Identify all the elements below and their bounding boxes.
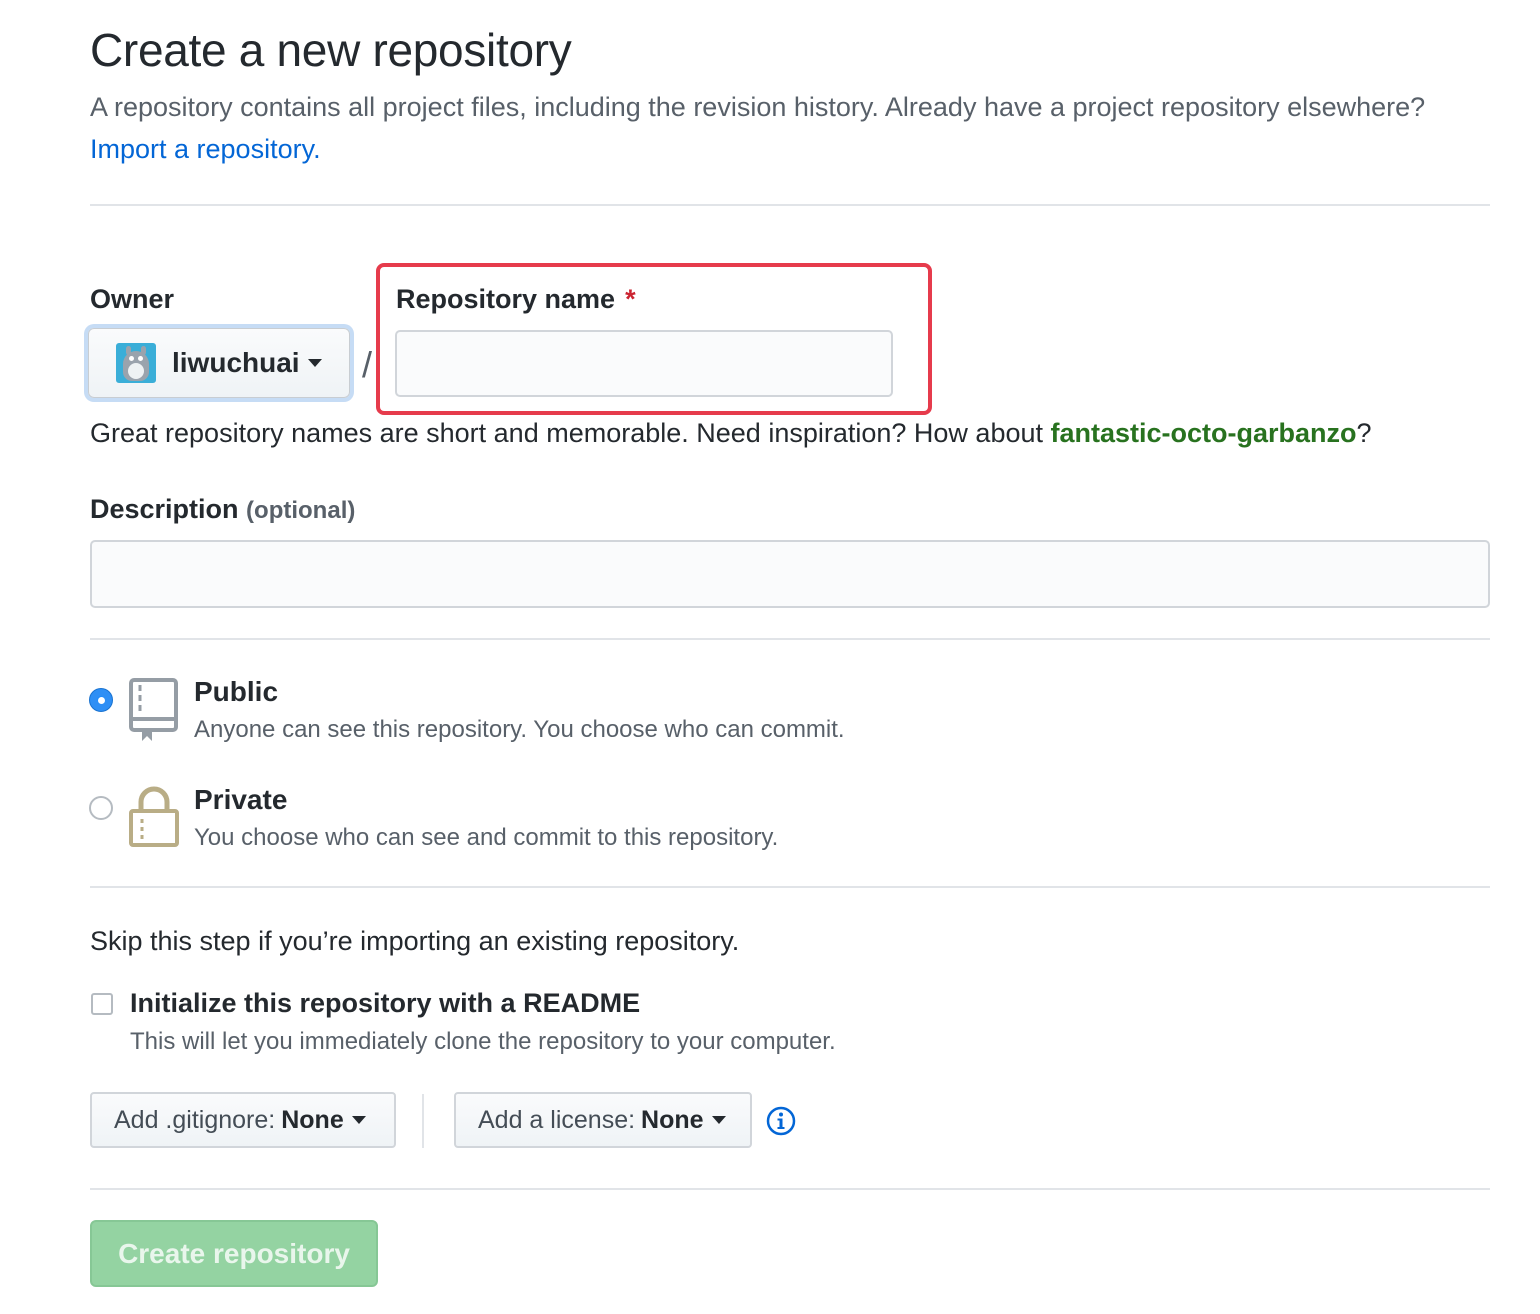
repo-name-input[interactable]: [395, 330, 893, 397]
repo-name-hint: Great repository names are short and mem…: [90, 418, 1372, 449]
divider: [90, 204, 1490, 206]
owner-select-button[interactable]: liwuchuai: [88, 328, 350, 398]
gitignore-prefix: Add .gitignore:: [114, 1105, 276, 1134]
description-input[interactable]: [90, 540, 1490, 608]
divider: [90, 1188, 1490, 1190]
hint-suffix: ?: [1356, 418, 1372, 448]
owner-username: liwuchuai: [172, 347, 300, 378]
page-title: Create a new repository: [90, 24, 572, 76]
chevron-down-icon: [711, 1116, 726, 1124]
repo-book-icon: [129, 678, 178, 741]
vertical-divider: [422, 1094, 424, 1148]
chevron-down-icon: [307, 359, 322, 367]
required-asterisk: *: [625, 284, 636, 314]
repo-name-label: Repository name *: [396, 284, 636, 315]
repo-name-label-text: Repository name: [396, 284, 616, 314]
create-repository-button[interactable]: Create repository: [90, 1220, 378, 1287]
description-label: Description (optional): [90, 494, 355, 525]
private-radio[interactable]: [89, 796, 113, 820]
owner-repo-separator: /: [362, 344, 373, 385]
gitignore-value: None: [281, 1105, 344, 1134]
skip-text: Skip this step if you’re importing an ex…: [90, 926, 740, 956]
gitignore-select[interactable]: Add .gitignore: None: [90, 1092, 396, 1148]
owner-label: Owner: [90, 284, 175, 314]
license-prefix: Add a license:: [478, 1105, 636, 1134]
page-subtitle: A repository contains all project files,…: [90, 86, 1450, 170]
readme-desc: This will let you immediately clone the …: [130, 1028, 836, 1055]
divider: [90, 886, 1490, 888]
description-label-text: Description: [90, 494, 239, 524]
chevron-down-icon: [351, 1116, 366, 1124]
suggested-name[interactable]: fantastic-octo-garbanzo: [1051, 418, 1357, 448]
avatar: [116, 343, 156, 383]
license-select[interactable]: Add a license: None: [454, 1092, 752, 1148]
public-desc: Anyone can see this repository. You choo…: [194, 716, 845, 743]
public-title: Public: [194, 676, 279, 707]
optional-tag: (optional): [246, 497, 356, 524]
readme-checkbox[interactable]: [91, 993, 113, 1015]
divider: [90, 638, 1490, 640]
lock-icon: [129, 786, 179, 847]
readme-label[interactable]: Initialize this repository with a README: [130, 988, 640, 1019]
import-repository-link[interactable]: Import a repository.: [90, 134, 321, 164]
license-value: None: [641, 1105, 704, 1134]
subtitle-text: A repository contains all project files,…: [90, 92, 1426, 122]
private-title: Private: [194, 784, 288, 815]
private-desc: You choose who can see and commit to thi…: [194, 824, 779, 851]
info-icon[interactable]: [766, 1106, 796, 1136]
public-radio[interactable]: [89, 688, 113, 712]
hint-text: Great repository names are short and mem…: [90, 418, 1043, 448]
